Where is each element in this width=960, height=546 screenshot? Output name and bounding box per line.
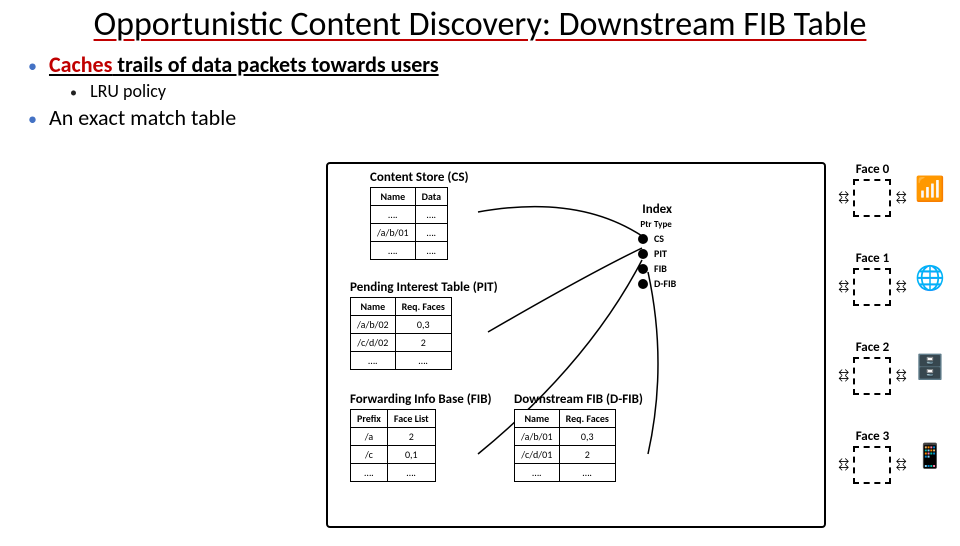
face-3: Face 3 ↔↔ ↔↔ 📱 xyxy=(834,429,944,484)
index-block: Index PtrType CS PIT FIB D-FIB xyxy=(638,202,676,292)
pit-title: Pending Interest Table (PIT) xyxy=(350,280,498,295)
faces-panel: Face 0 ↔↔ ↔↔ 📶 Face 1 ↔↔ ↔↔ 🌐 Face 2 ↔↔ xyxy=(834,162,944,528)
bullet-2: • An exact match table xyxy=(28,104,960,131)
pit-table: NameReq. Faces /a/b/020,3 /c/d/022 ….…. xyxy=(350,297,452,370)
dot-icon xyxy=(638,234,648,244)
face-0: Face 0 ↔↔ ↔↔ 📶 xyxy=(834,162,944,217)
arrow-icon: ↔↔ xyxy=(836,192,851,204)
arrow-icon: ↔↔ xyxy=(836,370,851,382)
cs-table: NameData ….…. /a/b/01…. ….…. xyxy=(370,187,448,260)
arrow-icon: ↔↔ xyxy=(893,370,908,382)
bullet-1: • Caches trails of data packets towards … xyxy=(28,51,960,78)
face-box xyxy=(853,446,891,484)
bullet-list: • Caches trails of data packets towards … xyxy=(28,51,960,131)
face-label: Face 0 xyxy=(856,162,890,177)
index-title: Index xyxy=(638,202,676,217)
face-label: Face 3 xyxy=(856,429,890,444)
content-store: Content Store (CS) NameData ….…. /a/b/01… xyxy=(370,170,469,260)
dot-icon xyxy=(638,264,648,274)
phone-icon: 📱 xyxy=(915,442,945,471)
face-box xyxy=(853,357,891,395)
pending-interest-table: Pending Interest Table (PIT) NameReq. Fa… xyxy=(350,280,498,370)
bullet-icon: • xyxy=(28,55,44,77)
slide-title: Opportunistic Content Discovery: Downstr… xyxy=(0,6,960,43)
arrow-icon: ↔↔ xyxy=(893,459,908,471)
arrow-icon: ↔↔ xyxy=(893,281,908,293)
network-icon: 🌐 xyxy=(915,264,945,293)
dot-icon xyxy=(638,249,648,259)
index-item: PIT xyxy=(638,247,676,260)
dfib-title: Downstream FIB (D-FIB) xyxy=(514,392,643,407)
diagram-container: Content Store (CS) NameData ….…. /a/b/01… xyxy=(326,162,826,528)
face-2: Face 2 ↔↔ ↔↔ 🗄️ xyxy=(834,340,944,395)
bullet-icon: • xyxy=(70,84,86,101)
router-icon: 📶 xyxy=(915,175,945,204)
arrow-icon: ↔↔ xyxy=(836,281,851,293)
face-label: Face 2 xyxy=(856,340,890,355)
fib-table: PrefixFace List /a2 /c0,1 ….…. xyxy=(350,409,436,482)
arrow-icon: ↔↔ xyxy=(836,459,851,471)
face-label: Face 1 xyxy=(856,251,890,266)
face-box xyxy=(853,268,891,306)
bullet-1-sub: • LRU policy xyxy=(70,80,960,102)
index-item: D-FIB xyxy=(638,277,676,290)
downstream-fib: Downstream FIB (D-FIB) NameReq. Faces /a… xyxy=(514,392,643,482)
index-item: CS xyxy=(638,232,676,245)
bullet-icon: • xyxy=(28,108,44,130)
arrow-icon: ↔↔ xyxy=(893,192,908,204)
dot-icon xyxy=(638,279,648,289)
server-icon: 🗄️ xyxy=(915,353,945,382)
face-1: Face 1 ↔↔ ↔↔ 🌐 xyxy=(834,251,944,306)
fib-title: Forwarding Info Base (FIB) xyxy=(350,392,492,407)
dfib-table: NameReq. Faces /a/b/010,3 /c/d/012 ….…. xyxy=(514,409,616,482)
cs-title: Content Store (CS) xyxy=(370,170,469,185)
face-box xyxy=(853,179,891,217)
index-item: FIB xyxy=(638,262,676,275)
forwarding-info-base: Forwarding Info Base (FIB) PrefixFace Li… xyxy=(350,392,492,482)
